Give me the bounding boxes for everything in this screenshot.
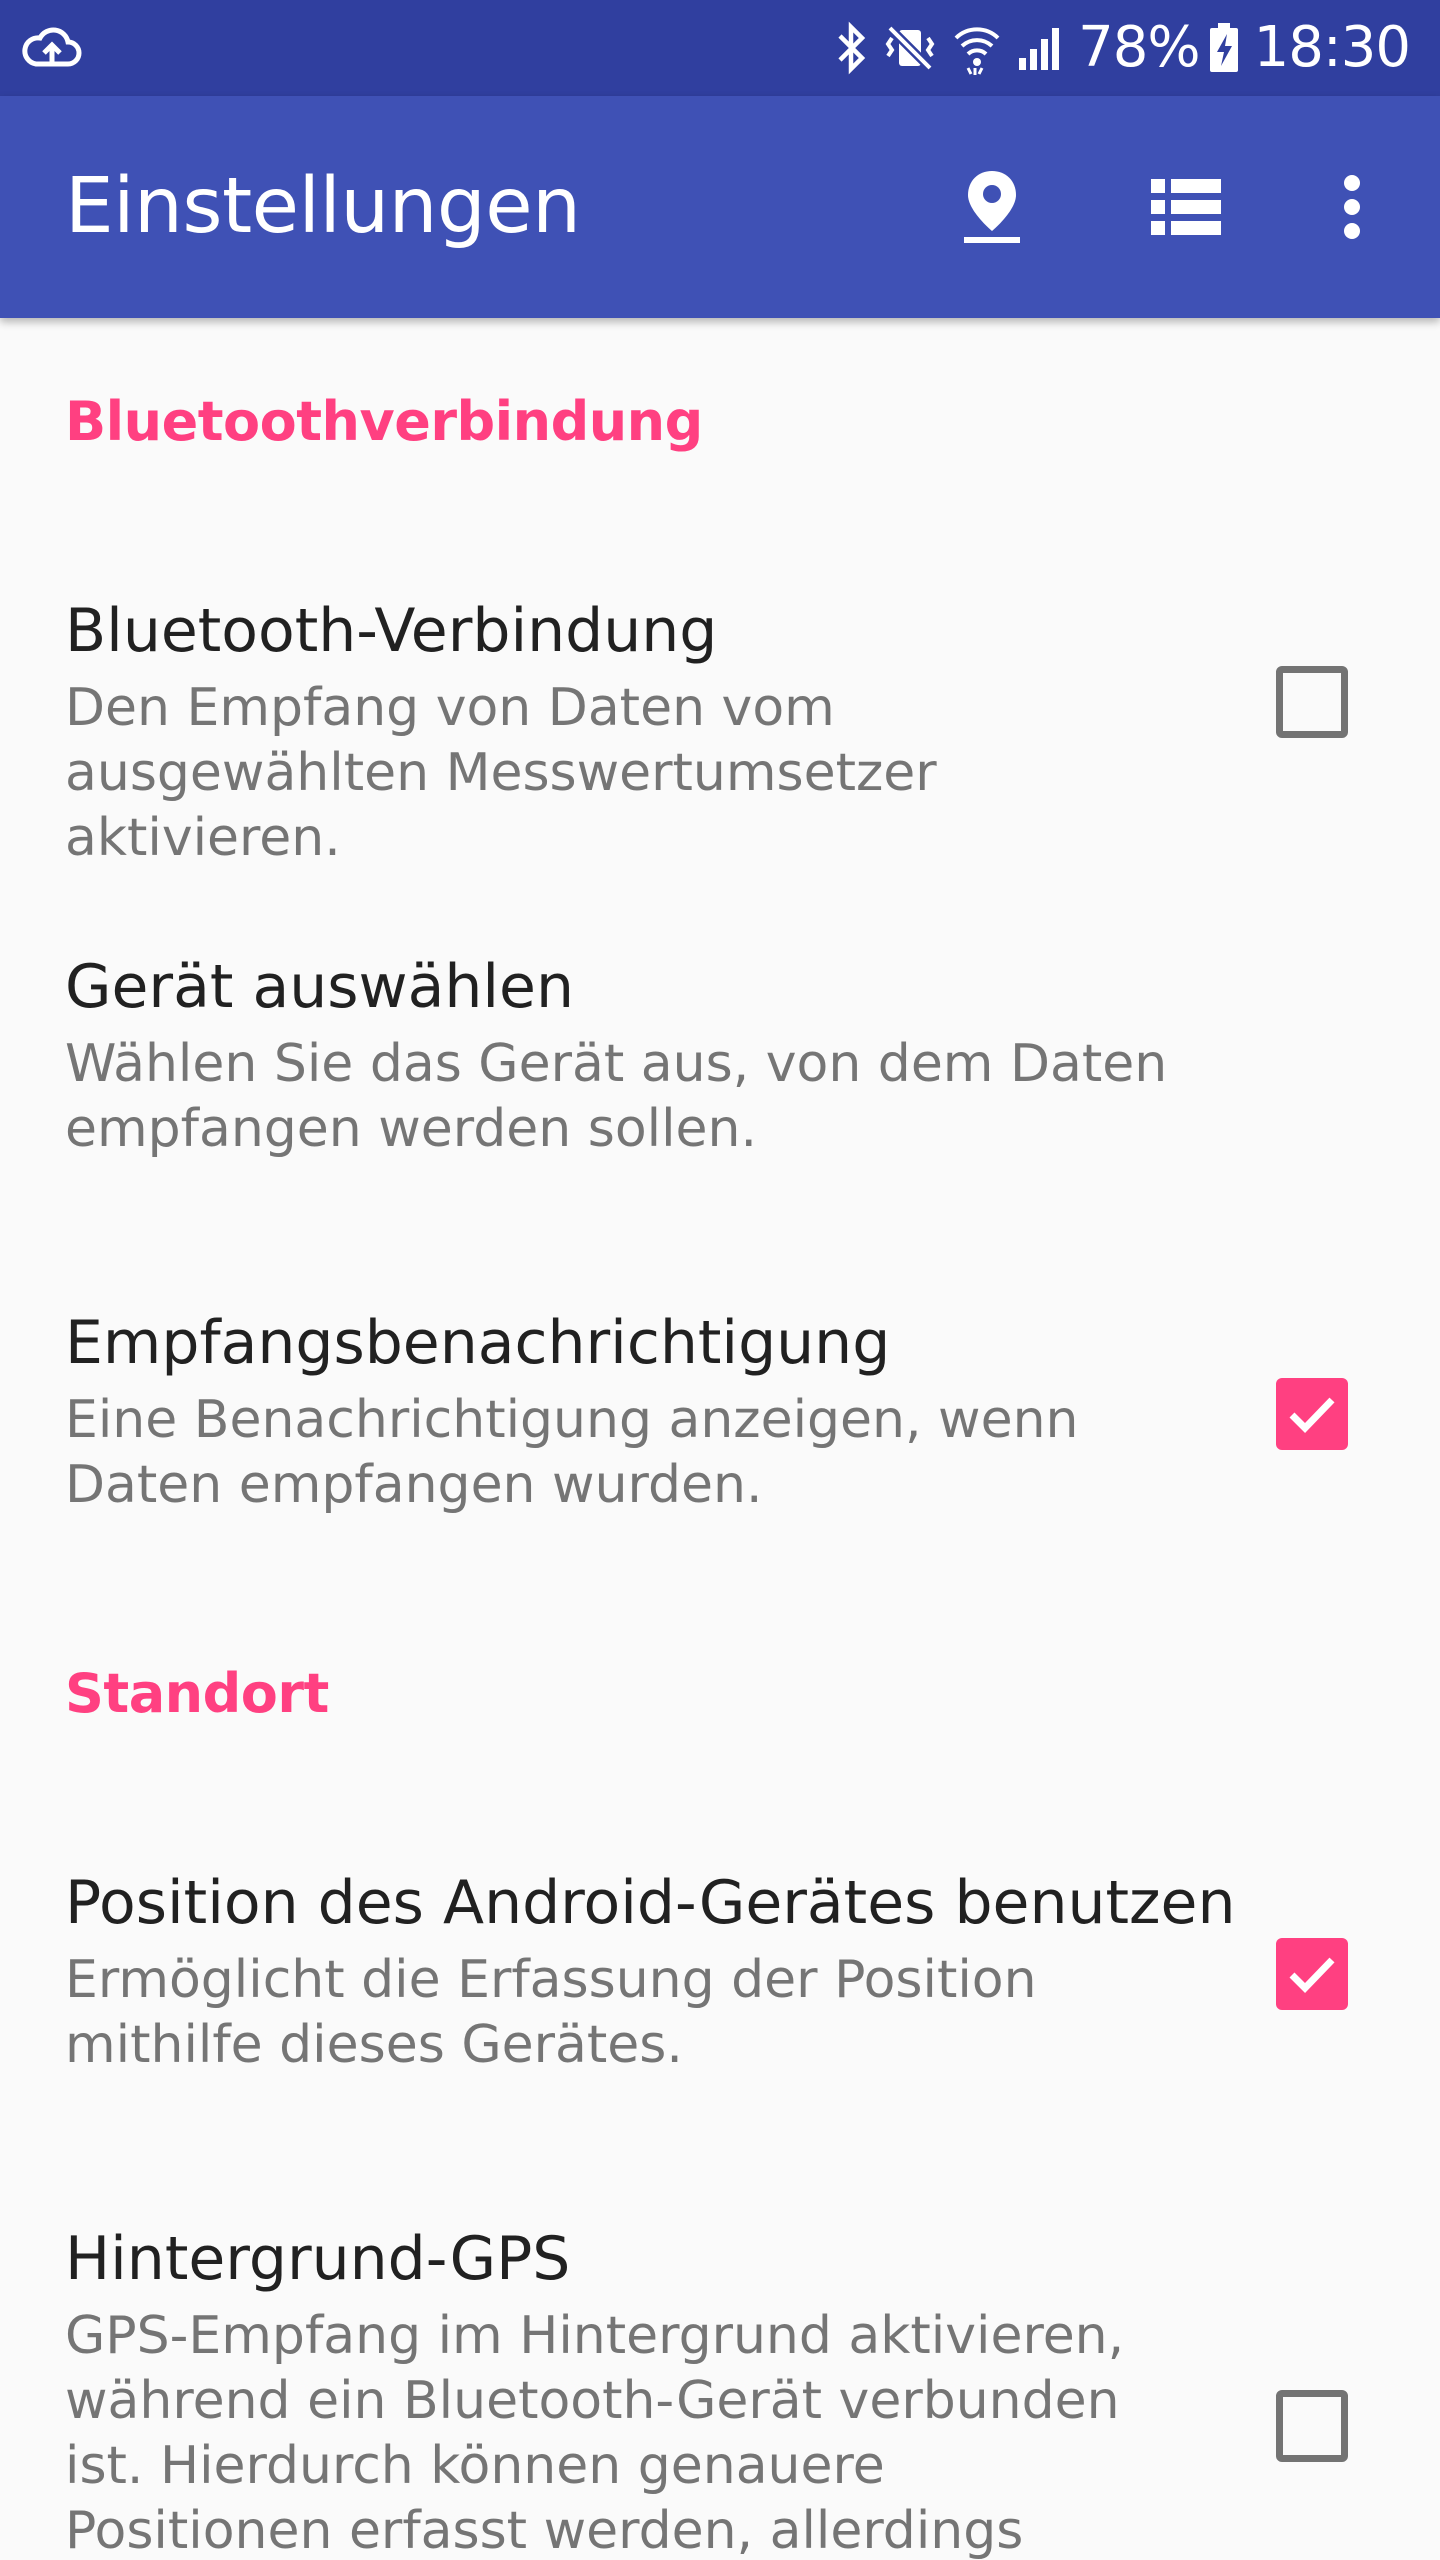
receive-notification-checkbox[interactable] [1276, 1378, 1348, 1450]
pref-title: Hintergrund-GPS [65, 2224, 571, 2294]
cloud-upload-icon [22, 24, 82, 72]
location-pin-icon [962, 167, 1022, 247]
status-bar: 78% 18:30 [0, 0, 1440, 96]
status-icons: 78% 18:30 [834, 0, 1411, 96]
pref-title: Bluetooth-Verbindung [65, 596, 718, 666]
pref-summary: GPS-Empfang im Hintergrund aktivieren, w… [65, 2306, 1125, 2560]
category-location: Standort [65, 1662, 329, 1725]
bluetooth-icon [834, 20, 868, 76]
bluetooth-connection-checkbox[interactable] [1276, 666, 1348, 738]
preferences-list[interactable]: Bluetoothverbindung Bluetooth-Verbindung… [0, 318, 1440, 2560]
pref-background-gps[interactable]: Hintergrund-GPS GPS-Empfang im Hintergru… [0, 2224, 1440, 2560]
pref-title: Position des Android-Gerätes benutzen [65, 1868, 1236, 1938]
checkmark-icon [1289, 1957, 1335, 1993]
pref-title: Empfangsbenachrichtigung [65, 1308, 891, 1378]
overflow-menu-button[interactable] [1282, 137, 1422, 277]
page-title: Einstellungen [65, 162, 581, 251]
wifi-icon [952, 20, 1002, 76]
category-bluetooth: Bluetoothverbindung [65, 390, 703, 453]
pref-summary: Den Empfang von Daten vom ausgewählten M… [65, 678, 937, 868]
battery-percent: 78% [1078, 15, 1200, 80]
overflow-menu-icon [1342, 174, 1362, 240]
list-icon [1151, 179, 1221, 235]
pref-summary: Eine Benachrichtigung anzeigen, wenn Dat… [65, 1390, 1079, 1515]
use-android-position-checkbox[interactable] [1276, 1938, 1348, 2010]
pref-summary: Ermöglicht die Erfassung der Position mi… [65, 1950, 1037, 2075]
checkmark-icon [1289, 1397, 1335, 1433]
vibrate-mute-icon [882, 20, 938, 76]
pref-select-device[interactable]: Gerät auswählen Wählen Sie das Gerät aus… [0, 952, 1440, 1192]
pref-bluetooth-connection[interactable]: Bluetooth-Verbindung Den Empfang von Dat… [0, 596, 1440, 868]
pref-summary: Wählen Sie das Gerät aus, von dem Daten … [65, 1034, 1168, 1159]
location-button[interactable] [922, 137, 1062, 277]
pref-use-android-position[interactable]: Position des Android-Gerätes benutzen Er… [0, 1868, 1440, 2108]
pref-title: Gerät auswählen [65, 952, 574, 1022]
pref-receive-notification[interactable]: Empfangsbenachrichtigung Eine Benachrich… [0, 1308, 1440, 1548]
app-bar: Einstellungen [0, 96, 1440, 318]
background-gps-checkbox[interactable] [1276, 2390, 1348, 2462]
clock: 18:30 [1253, 15, 1411, 80]
cell-signal-icon [1016, 20, 1064, 76]
battery-charging-icon [1208, 20, 1240, 76]
list-button[interactable] [1116, 137, 1256, 277]
